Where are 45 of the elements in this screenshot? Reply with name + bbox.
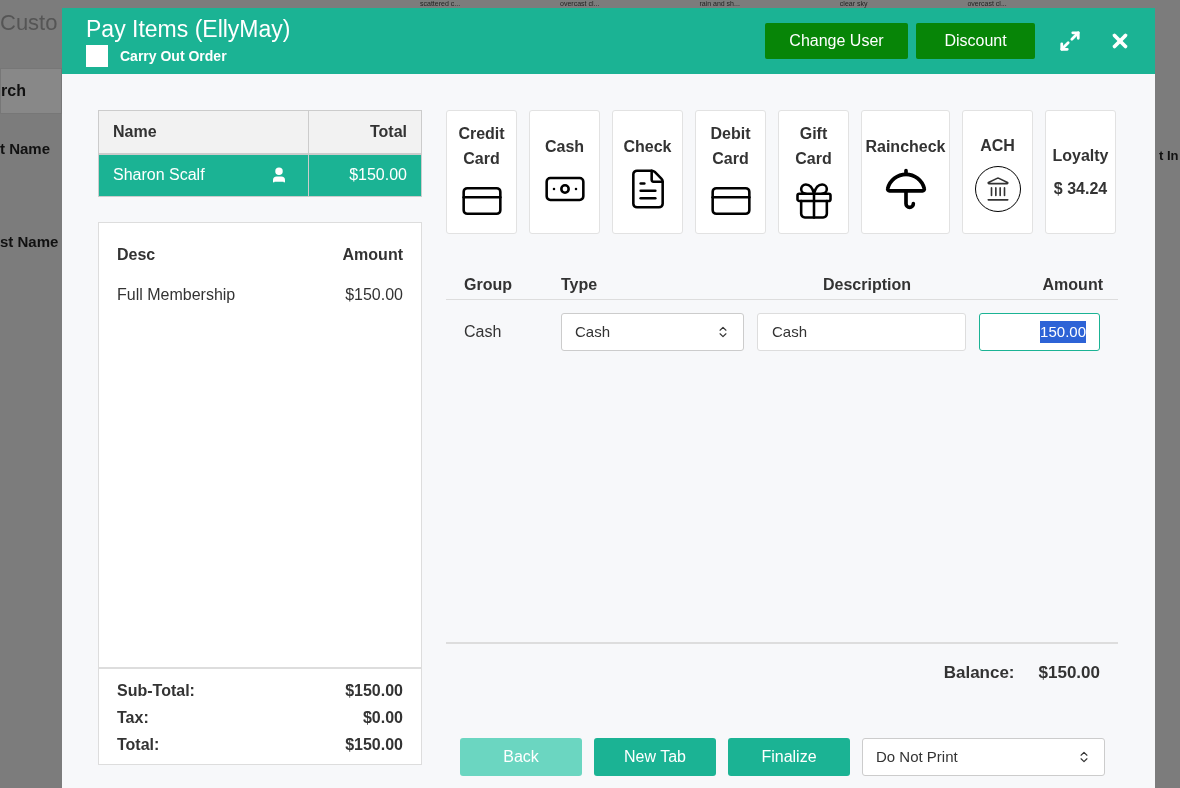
person-icon [270, 166, 288, 185]
amount-field[interactable]: 150.00 [979, 313, 1100, 351]
balance-value: $150.00 [1038, 662, 1100, 684]
payment-method-tile[interactable]: Cash [529, 110, 600, 234]
payment-group: Cash [446, 320, 561, 344]
total-value: $150.00 [345, 680, 403, 701]
column-header: Amount [342, 245, 403, 265]
payment-method-tile[interactable]: Raincheck [861, 110, 950, 234]
item-amount: $150.00 [345, 285, 403, 305]
total-value: $150.00 [345, 734, 403, 755]
column-header: Type [561, 274, 599, 295]
total-label: Sub-Total: [117, 680, 195, 701]
payment-method-tile[interactable]: ACH [962, 110, 1033, 234]
umbrella-icon [883, 166, 928, 211]
payment-method-tile[interactable]: Credit Card [446, 110, 517, 234]
column-header: t In [1158, 147, 1180, 165]
modal-title: Pay Items (EllyMay) [86, 15, 292, 43]
column-header: t Name [0, 139, 52, 159]
carry-out-checkbox[interactable] [86, 45, 108, 67]
total-label: Tax: [117, 707, 149, 728]
balance-label: Balance: [943, 662, 1015, 684]
column-header: st Name [0, 231, 60, 252]
print-select[interactable]: Do Not Print [862, 738, 1105, 776]
loyalty-amount: $ 34.24 [1053, 179, 1108, 199]
total-value: $0.00 [362, 707, 403, 728]
table-header: Total [308, 110, 422, 154]
column-header: Group [463, 274, 513, 295]
payment-method-tile[interactable]: Check [612, 110, 683, 234]
search-tab[interactable]: rch [0, 68, 62, 114]
column-header: Desc [117, 245, 156, 265]
column-header: Description [822, 274, 912, 295]
payment-method-tile[interactable]: Loyalty $ 34.24 [1045, 110, 1116, 234]
header-button[interactable]: Discount [916, 23, 1035, 59]
total-label: Total: [117, 734, 160, 755]
customer-name: Sharon Scalf [113, 165, 205, 186]
checkbox-label: Carry Out Order [120, 46, 227, 66]
header-button[interactable]: Change User [765, 23, 908, 59]
type-select[interactable]: Cash [561, 313, 744, 351]
expand-icon[interactable] [1059, 30, 1081, 52]
description-field[interactable]: Cash [757, 313, 966, 351]
payment-method-tile[interactable]: Debit Card [695, 110, 766, 234]
item-description: Full Membership [117, 285, 236, 305]
table-header: Name [98, 110, 309, 154]
payment-method-tile[interactable]: Gift Card [778, 110, 849, 234]
column-header: Amount [1041, 274, 1103, 295]
